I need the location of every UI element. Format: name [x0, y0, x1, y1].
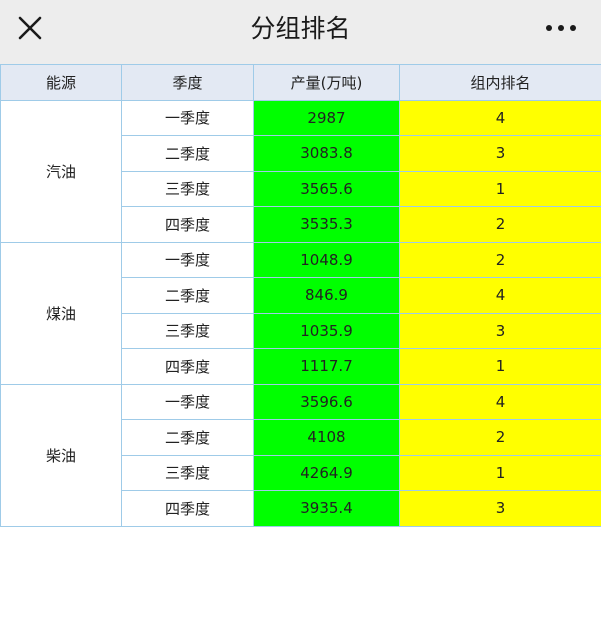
output-cell: 3935.4: [253, 490, 400, 527]
output-cell: 3535.3: [253, 206, 400, 243]
quarter-cell: 二季度: [121, 135, 254, 172]
quarter-cell: 三季度: [121, 312, 254, 349]
quarter-cell: 一季度: [121, 383, 254, 420]
table-row: 汽油 一季度 2987 4: [0, 99, 601, 243]
quarter-cell: 一季度: [121, 241, 254, 278]
more-icon: [546, 25, 576, 31]
energy-cell: 煤油: [0, 241, 122, 385]
output-cell: 1035.9: [253, 312, 400, 349]
column-header-energy: 能源: [0, 64, 122, 101]
output-cell: 4264.9: [253, 454, 400, 491]
quarter-cell: 三季度: [121, 170, 254, 207]
rank-cell: 2: [399, 419, 601, 456]
rank-cell: 3: [399, 312, 601, 349]
energy-cell: 柴油: [0, 383, 122, 527]
quarter-cell: 二季度: [121, 277, 254, 314]
more-button[interactable]: [543, 14, 579, 42]
quarter-cell: 四季度: [121, 206, 254, 243]
column-header-quarter: 季度: [121, 64, 254, 101]
table-row: 柴油 一季度 3596.6 4: [0, 383, 601, 527]
rank-cell: 1: [399, 170, 601, 207]
rank-cell: 3: [399, 490, 601, 527]
table-row: 煤油 一季度 1048.9 2: [0, 241, 601, 385]
output-cell: 3565.6: [253, 170, 400, 207]
rank-cell: 1: [399, 454, 601, 491]
rank-cell: 3: [399, 135, 601, 172]
column-header-output: 产量(万吨): [253, 64, 400, 101]
table-header-row: 能源 季度 产量(万吨) 组内排名: [0, 64, 601, 101]
top-bar: 分组排名: [0, 0, 601, 64]
output-cell: 2987: [253, 99, 400, 136]
rank-cell: 2: [399, 241, 601, 278]
rank-cell: 4: [399, 277, 601, 314]
quarter-cell: 三季度: [121, 454, 254, 491]
output-cell: 1117.7: [253, 348, 400, 385]
page-title: 分组排名: [250, 14, 351, 43]
output-cell: 846.9: [253, 277, 400, 314]
output-cell: 1048.9: [253, 241, 400, 278]
energy-cell: 汽油: [0, 99, 122, 243]
quarter-cell: 二季度: [121, 419, 254, 456]
rank-cell: 4: [399, 99, 601, 136]
output-cell: 3083.8: [253, 135, 400, 172]
output-cell: 4108: [253, 419, 400, 456]
output-cell: 3596.6: [253, 383, 400, 420]
column-header-rank: 组内排名: [399, 64, 601, 101]
quarter-cell: 四季度: [121, 348, 254, 385]
rank-cell: 1: [399, 348, 601, 385]
group-rank-table: 能源 季度 产量(万吨) 组内排名 汽油 一季度 2987 4 二季度 3083…: [0, 64, 601, 527]
rank-cell: 4: [399, 383, 601, 420]
rank-cell: 2: [399, 206, 601, 243]
quarter-cell: 四季度: [121, 490, 254, 527]
empty-area: [0, 528, 601, 642]
quarter-cell: 一季度: [121, 99, 254, 136]
